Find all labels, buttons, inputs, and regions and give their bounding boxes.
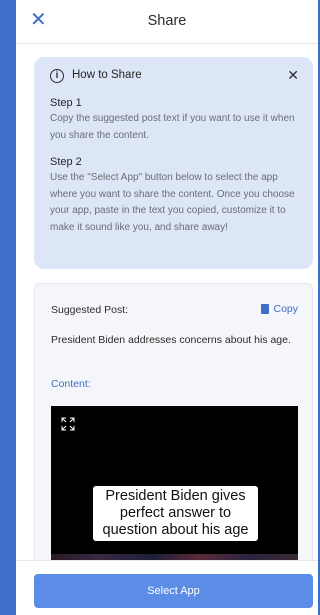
header: ✕ Share — [16, 0, 318, 44]
suggested-post-label: Suggested Post: — [51, 304, 129, 316]
how-to-title: How to Share — [72, 69, 142, 81]
step-2-text: Use the "Select App" button below to sel… — [50, 172, 295, 233]
content-label: Content: — [51, 378, 91, 390]
dismiss-icon[interactable]: ✕ — [287, 67, 299, 84]
copy-button[interactable]: Copy — [261, 303, 298, 315]
step-1-title: Step 1 — [50, 97, 82, 109]
page-title: Share — [147, 13, 187, 29]
footer: Select App — [16, 560, 318, 615]
video-preview[interactable]: President Biden gives perfect answer to … — [51, 406, 298, 566]
copy-icon — [261, 304, 270, 314]
share-panel: ✕ Share i How to Share ✕ Step 1 Copy the… — [16, 0, 318, 615]
video-caption: President Biden gives perfect answer to … — [93, 486, 258, 541]
select-app-button[interactable]: Select App — [34, 574, 313, 608]
info-icon: i — [50, 69, 64, 83]
copy-label: Copy — [273, 303, 298, 315]
step-1-text: Copy the suggested post text if you want… — [50, 113, 295, 141]
how-to-header: i How to Share ✕ — [50, 67, 301, 87]
step-2-title: Step 2 — [50, 156, 82, 168]
expand-icon[interactable] — [61, 417, 75, 431]
suggested-post-text: President Biden addresses concerns about… — [51, 334, 291, 346]
how-to-share-card: i How to Share ✕ Step 1 Copy the suggest… — [34, 57, 313, 269]
